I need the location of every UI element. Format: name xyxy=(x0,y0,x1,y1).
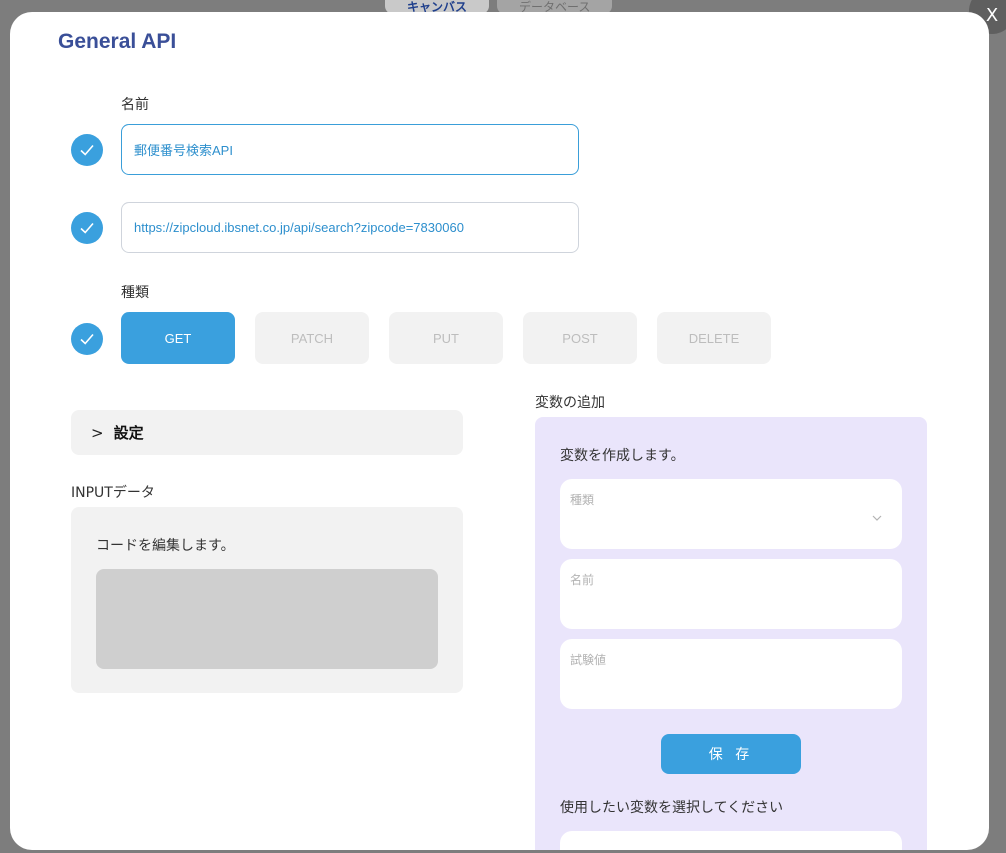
settings-label: 設定 xyxy=(113,424,144,442)
name-input[interactable]: 郵便番号検索API xyxy=(121,124,579,175)
method-delete-button[interactable]: DELETE xyxy=(657,312,771,364)
variable-name-placeholder: 名前 xyxy=(570,573,595,587)
close-icon: X xyxy=(985,4,999,26)
select-variable-label: 使用したい変数を選択してください xyxy=(560,800,784,816)
chevron-down-icon xyxy=(872,515,882,521)
chevron-right-icon: > xyxy=(91,423,104,442)
method-post-button[interactable]: POST xyxy=(523,312,637,364)
name-label: 名前 xyxy=(121,97,149,113)
save-button[interactable]: 保 存 xyxy=(661,734,801,774)
method-put-button[interactable]: PUT xyxy=(389,312,503,364)
check-icon xyxy=(71,134,103,166)
input-data-label: INPUTデータ xyxy=(71,485,155,501)
variable-type-select[interactable]: 種類 xyxy=(560,479,902,549)
settings-toggle[interactable]: > 設定 xyxy=(71,410,463,455)
method-selector: GET PATCH PUT POST DELETE xyxy=(121,312,771,364)
method-get-button[interactable]: GET xyxy=(121,312,235,364)
url-input[interactable]: https://zipcloud.ibsnet.co.jp/api/search… xyxy=(121,202,579,253)
variables-label: 変数の追加 xyxy=(535,395,605,411)
variable-name-input[interactable]: 名前 xyxy=(560,559,902,629)
code-editor[interactable] xyxy=(96,569,438,669)
variables-description: 変数を作成します。 xyxy=(560,448,685,464)
check-icon xyxy=(71,212,103,244)
variable-select[interactable] xyxy=(560,831,902,850)
general-api-modal: General API 名前 郵便番号検索API https://zipclou… xyxy=(10,12,989,850)
variable-type-placeholder: 種類 xyxy=(570,493,595,507)
variables-panel: 変数を作成します。 種類 名前 試験値 保 存 使用したい変数を選択してください xyxy=(535,417,927,850)
modal-title: General API xyxy=(58,30,177,53)
input-data-description: コードを編集します。 xyxy=(96,538,235,554)
method-label: 種類 xyxy=(121,285,149,301)
method-patch-button[interactable]: PATCH xyxy=(255,312,369,364)
check-icon xyxy=(71,323,103,355)
variable-test-value-input[interactable]: 試験値 xyxy=(560,639,902,709)
input-data-panel: コードを編集します。 xyxy=(71,507,463,693)
variable-test-value-placeholder: 試験値 xyxy=(570,653,607,667)
